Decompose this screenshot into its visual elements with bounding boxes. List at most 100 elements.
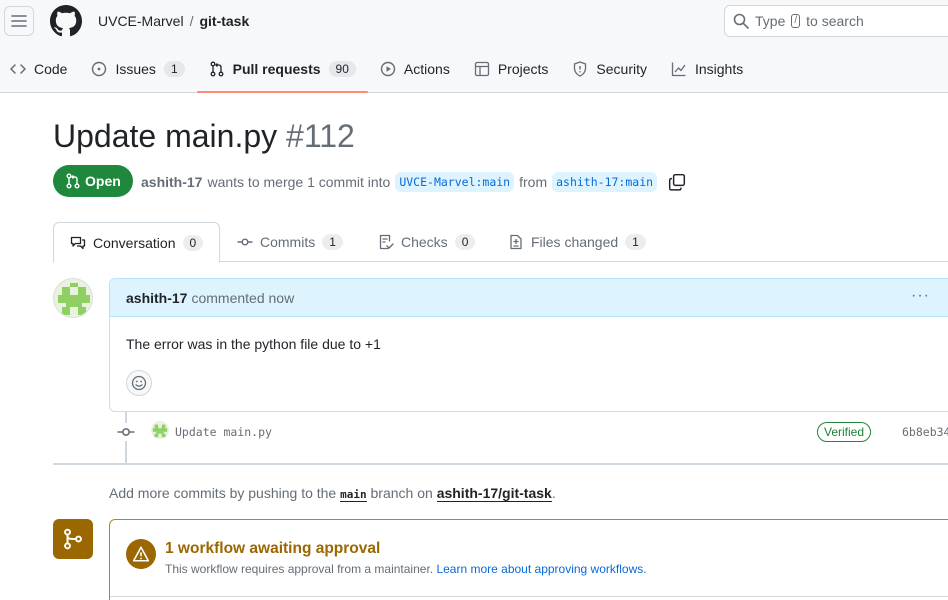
conversation-count: 0	[182, 234, 204, 251]
tab-commits-label: Commits	[260, 234, 316, 250]
graph-icon	[671, 62, 686, 77]
pull-request-icon	[66, 173, 80, 189]
hamburger-icon	[11, 15, 27, 27]
workflow-desc-text: This workflow requires approval from a m…	[165, 562, 434, 576]
pr-state-label: Open	[85, 173, 121, 189]
search-icon	[733, 13, 749, 29]
tab-insights[interactable]: Insights	[663, 50, 751, 88]
tab-projects-label: Projects	[497, 61, 549, 77]
tab-code-label: Code	[34, 61, 68, 77]
tab-checks-label: Checks	[401, 234, 448, 250]
workflow-approval-box: 1 workflow awaiting approval This workfl…	[109, 519, 948, 600]
breadcrumb-owner[interactable]: UVCE-Marvel	[98, 13, 184, 29]
comment-menu-kebab-icon[interactable]: ···	[911, 287, 930, 305]
copy-icon[interactable]	[668, 173, 686, 191]
tab-issues-label: Issues	[115, 61, 156, 77]
breadcrumb-repo[interactable]: git-task	[199, 13, 249, 29]
breadcrumb: UVCE-Marvel / git-task	[98, 13, 249, 29]
tab-security-label: Security	[596, 61, 647, 77]
add-reaction-button[interactable]	[126, 370, 152, 396]
comment-box: ashith-17 commented now ··· The error wa…	[109, 278, 948, 412]
learn-more-link[interactable]: Learn more about approving workflows.	[436, 562, 646, 576]
tab-projects[interactable]: Projects	[466, 50, 557, 88]
hint-branch: main	[340, 488, 367, 502]
commit-message[interactable]: Update main.py	[175, 425, 272, 439]
search-input[interactable]: Type / to search	[724, 5, 948, 37]
pull-requests-count: 90	[328, 61, 356, 77]
workflow-merge-icon-box	[53, 519, 93, 559]
files-changed-count: 1	[625, 234, 646, 250]
workflow-divider	[110, 596, 948, 597]
tab-issues[interactable]: Issues 1	[83, 50, 192, 88]
tab-actions[interactable]: Actions	[372, 50, 458, 88]
head-branch[interactable]: ashith-17:main	[552, 172, 658, 192]
pull-request-icon	[210, 61, 224, 77]
alert-icon	[132, 546, 150, 562]
comment-author[interactable]: ashith-17	[126, 290, 187, 306]
alert-icon-circle	[126, 539, 156, 569]
timeline-divider	[53, 463, 948, 465]
tab-files-changed[interactable]: Files changed 1	[508, 222, 646, 262]
pr-state-badge: Open	[53, 165, 133, 197]
tab-security[interactable]: Security	[564, 50, 655, 88]
workflow-title: 1 workflow awaiting approval	[165, 540, 381, 557]
workflow-description: This workflow requires approval from a m…	[165, 562, 647, 576]
pr-tabs: Conversation 0 Commits 1 Checks 0 Files …	[53, 222, 948, 263]
tab-actions-label: Actions	[403, 61, 450, 77]
comment-timestamp: commented now	[191, 289, 295, 306]
repo-nav: Code Issues 1 Pull requests 90 Actions P…	[0, 50, 759, 93]
issue-icon	[92, 61, 107, 77]
tab-pull-requests-label: Pull requests	[232, 61, 321, 77]
comment-header: ashith-17 commented now	[110, 279, 948, 317]
checklist-icon	[379, 234, 394, 250]
tab-pull-requests[interactable]: Pull requests 90	[196, 50, 368, 93]
tab-checks[interactable]: Checks 0	[378, 222, 476, 262]
smiley-icon	[131, 375, 147, 391]
pr-meta: ashith-17 wants to merge 1 commit into U…	[141, 172, 686, 192]
file-diff-icon	[510, 234, 522, 250]
checks-count: 0	[454, 234, 476, 250]
tab-conversation[interactable]: Conversation 0	[53, 222, 221, 263]
tab-commits[interactable]: Commits 1	[237, 222, 343, 262]
hint-repo-link[interactable]: ashith-17/git-task	[436, 485, 552, 502]
hint-mid: branch on	[370, 485, 433, 501]
commit-row: Update main.py Verified 6b8eb34	[115, 420, 948, 444]
commit-author-avatar[interactable]	[151, 421, 169, 439]
pr-number: #112	[286, 118, 355, 154]
hint-pre: Add more commits by pushing to the	[109, 485, 337, 501]
repo-header: UVCE-Marvel / git-task Type / to search …	[0, 0, 948, 93]
issues-count: 1	[163, 61, 185, 77]
commit-sha[interactable]: 6b8eb34	[902, 425, 948, 439]
shield-icon	[574, 61, 587, 77]
github-logo-icon[interactable]	[50, 5, 82, 37]
push-hint: Add more commits by pushing to the main …	[109, 485, 556, 502]
from-text: from	[519, 174, 548, 190]
page-title: Update main.py #112	[53, 118, 355, 155]
avatar[interactable]	[53, 278, 93, 318]
verified-badge[interactable]: Verified	[817, 422, 872, 442]
search-shortcut-key: /	[791, 14, 801, 28]
comment-icon	[70, 236, 86, 249]
commit-icon	[237, 238, 253, 246]
tab-conversation-label: Conversation	[93, 234, 176, 251]
tab-files-changed-label: Files changed	[531, 234, 619, 250]
base-branch[interactable]: UVCE-Marvel:main	[395, 172, 515, 192]
commits-count: 1	[322, 234, 343, 250]
search-prefix: Type	[755, 13, 786, 29]
play-icon	[380, 61, 396, 77]
active-tab-underline	[196, 91, 368, 93]
pr-author-link[interactable]: ashith-17	[141, 174, 202, 190]
table-icon	[474, 61, 489, 77]
comment-body: The error was in the python file due to …	[126, 336, 381, 352]
code-icon	[10, 64, 26, 74]
hint-end: .	[551, 485, 556, 501]
pr-title: Update main.py	[53, 118, 278, 154]
merge-text: wants to merge 1 commit into	[207, 174, 391, 190]
tab-insights-label: Insights	[694, 61, 744, 77]
search-suffix: to search	[806, 13, 864, 29]
menu-button[interactable]	[4, 6, 34, 36]
breadcrumb-separator: /	[189, 13, 194, 29]
git-branch-icon	[64, 528, 82, 550]
tab-code[interactable]: Code	[0, 50, 75, 88]
commit-icon	[117, 423, 135, 441]
